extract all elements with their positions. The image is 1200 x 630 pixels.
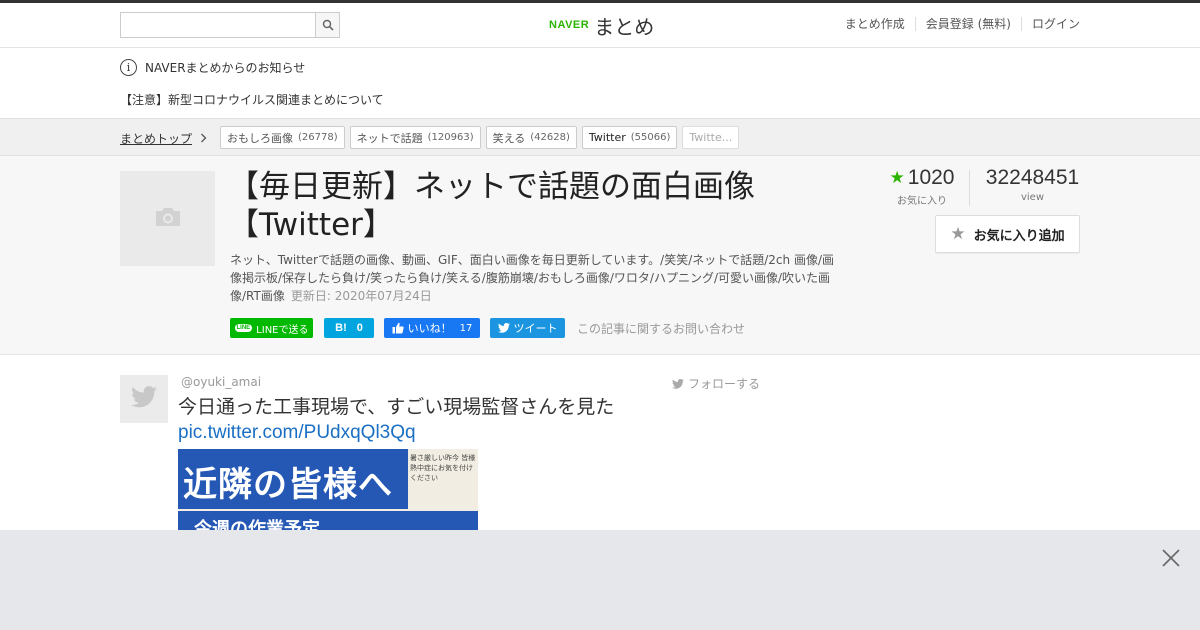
views-count: 32248451 [985, 166, 1080, 189]
nav-login[interactable]: ログイン [1020, 17, 1080, 31]
article-thumbnail [120, 171, 215, 266]
star-icon: ★ [889, 168, 905, 187]
twitter-bird-icon [672, 378, 684, 389]
image-subheading: 今週の作業予定 [194, 519, 320, 530]
line-share-button[interactable]: LINE LINEで送る [230, 318, 313, 338]
tag-item[interactable]: Twitter (55066) [581, 126, 678, 149]
image-handwritten-note: 暑さ厳しい昨今 皆様 熱中症にお気を付けください [410, 454, 476, 482]
search-button[interactable] [315, 13, 339, 37]
search-box [120, 12, 340, 38]
tweet-handle[interactable]: @oyuki_amai [181, 375, 261, 389]
tweet-avatar[interactable] [120, 375, 168, 423]
chevron-right-icon [200, 132, 207, 146]
tweet-image-link[interactable]: pic.twitter.com/PUdxqQl3Qq [178, 420, 416, 445]
notice-link[interactable]: 【注意】新型コロナウイルス関連まとめについて [120, 91, 384, 108]
header-nav: まとめ作成 会員登録 (無料) ログイン [835, 17, 1080, 31]
facebook-like-count: 17 [459, 322, 473, 334]
tag-count: (26778) [298, 132, 338, 143]
logo-naver: NAVER [549, 19, 590, 31]
breadcrumb-home[interactable]: まとめトップ [120, 130, 207, 147]
stat-divider [969, 170, 970, 206]
breadcrumb-bar: まとめトップ おもしろ画像 (26778) ネットで話題 (120963) 笑え… [0, 118, 1200, 156]
favorites-count: 1020 [907, 166, 955, 189]
tweet-text: 今日通った工事現場で、すごい現場監督さんを見た [178, 396, 615, 418]
share-buttons: LINE LINEで送る B! 0 いいね！ 17 ツイート この記事に関するお… [230, 318, 745, 338]
updated-date: 更新日: 2020年07月24日 [290, 289, 432, 303]
views-label: view [1020, 192, 1045, 203]
site-logo[interactable]: NAVER まとめ [549, 11, 654, 39]
nav-create-matome[interactable]: まとめ作成 [835, 17, 915, 31]
add-favorite-button[interactable]: ★ お気に入り追加 [935, 215, 1080, 253]
tag-label: 笑える [492, 131, 526, 145]
tag-item[interactable]: 笑える (42628) [485, 126, 577, 149]
line-share-label: LINEで送る [256, 324, 309, 336]
twitter-bird-icon [131, 386, 157, 412]
tag-count: (42628) [530, 132, 570, 143]
page-title-line2: 【Twitter】 [228, 207, 394, 243]
favorites-label: お気に入り [897, 196, 947, 207]
hatena-bookmark-button[interactable]: B! 0 [324, 318, 374, 338]
article-header: 【毎日更新】ネットで話題の面白画像 【Twitter】 ネット、Twitterで… [0, 156, 1200, 355]
facebook-thumb-icon [392, 322, 404, 334]
hatena-count: 0 [356, 322, 363, 334]
contact-link[interactable]: この記事に関するお問い合わせ [577, 320, 745, 337]
tag-count: (55066) [630, 132, 671, 143]
tag-count: (120963) [427, 132, 474, 143]
facebook-like-label: いいね！ [407, 322, 452, 335]
hatena-label: B! [335, 322, 347, 334]
search-icon [322, 16, 334, 35]
ad-overlay [0, 530, 1200, 630]
line-icon: LINE [234, 324, 253, 332]
search-input[interactable] [121, 13, 315, 37]
tweet-image[interactable]: 近隣の皆様へ 今週の作業予定 暑さ厳しい昨今 皆様 熱中症にお気を付けください [178, 449, 478, 530]
tag-label: ネットで話題 [356, 131, 423, 145]
logo-matome: まとめ [594, 14, 655, 39]
tag-item[interactable]: ネットで話題 (120963) [349, 126, 481, 149]
tweet-button[interactable]: ツイート [490, 318, 565, 338]
close-icon[interactable] [1160, 547, 1182, 569]
notice-heading: i NAVERまとめからのお知らせ [120, 58, 305, 76]
tag-label: おもしろ画像 [227, 131, 293, 145]
notice-heading-text: NAVERまとめからのお知らせ [145, 60, 306, 75]
tag-list: おもしろ画像 (26778) ネットで話題 (120963) 笑える (4262… [220, 126, 740, 149]
follow-button[interactable]: フォローする [672, 375, 760, 392]
facebook-like-button[interactable]: いいね！ 17 [384, 318, 480, 338]
site-header: NAVER まとめ まとめ作成 会員登録 (無料) ログイン [0, 3, 1200, 48]
favorites-stat: ★ 1020 お気に入り [887, 166, 957, 207]
views-stat: 32248451 view [980, 166, 1085, 203]
info-icon: i [120, 58, 137, 76]
tweet-label: ツイート [513, 322, 558, 335]
tag-label: Twitter [588, 131, 626, 144]
star-icon: ★ [950, 224, 966, 244]
twitter-bird-icon [497, 323, 510, 333]
page-title: 【毎日更新】ネットで話題の面白画像 【Twitter】 [228, 168, 848, 244]
tag-item[interactable]: Twitte... [682, 126, 740, 149]
page-title-line1: 【毎日更新】ネットで話題の面白画像 [228, 169, 755, 205]
image-heading: 近隣の皆様へ [183, 465, 393, 505]
favorites-value: ★ 1020 [887, 166, 957, 190]
article-description: ネット、Twitterで話題の画像、動画、GIF、面白い画像を毎日更新しています… [230, 251, 845, 305]
tag-item[interactable]: おもしろ画像 (26778) [220, 126, 345, 149]
add-favorite-label: お気に入り追加 [973, 228, 1065, 244]
follow-label: フォローする [688, 377, 761, 391]
camera-icon [153, 205, 183, 233]
breadcrumb-home-label: まとめトップ [120, 132, 193, 146]
nav-register[interactable]: 会員登録 (無料) [914, 17, 1021, 31]
tag-label: Twitte... [689, 131, 733, 144]
